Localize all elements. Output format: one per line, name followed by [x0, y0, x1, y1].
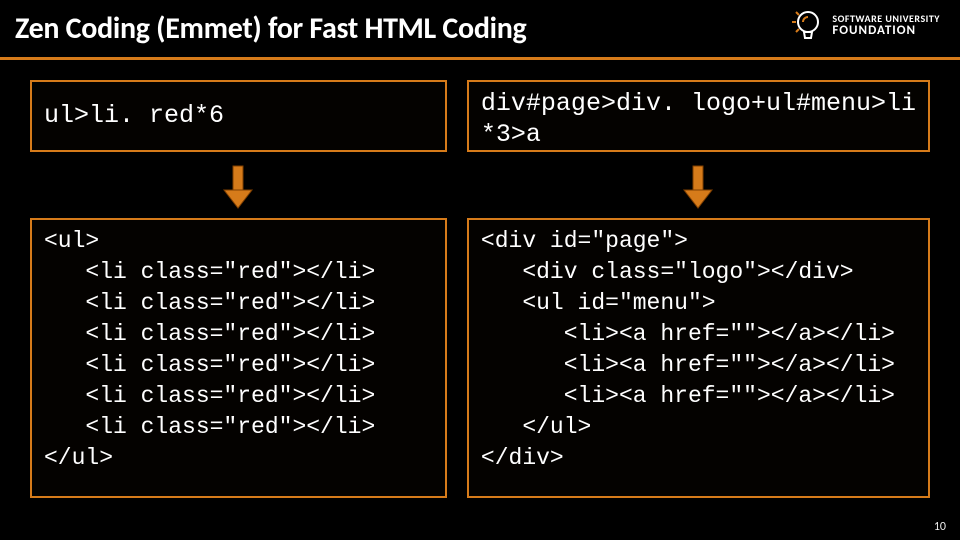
lightbulb-icon	[786, 6, 826, 46]
example-right: div#page>div. logo+ul#menu>li *3>a <div …	[467, 80, 930, 498]
emmet-output-right: <div id="page"> <div class="logo"></div>…	[467, 218, 930, 498]
emmet-input-left: ul>li. red*6	[30, 80, 447, 152]
emmet-output-left: <ul> <li class="red"></li> <li class="re…	[30, 218, 447, 498]
brand-text: SOFTWARE UNIVERSITY FOUNDATION	[832, 14, 940, 38]
emmet-input-right: div#page>div. logo+ul#menu>li *3>a	[467, 80, 930, 152]
page-number: 10	[934, 520, 946, 534]
arrow-down-icon	[467, 160, 930, 214]
brand-logo: SOFTWARE UNIVERSITY FOUNDATION	[786, 6, 940, 46]
slide-title: Zen Coding (Emmet) for Fast HTML Coding	[15, 10, 526, 47]
arrow-down-icon	[30, 160, 447, 214]
example-left: ul>li. red*6 <ul> <li class="red"></li> …	[30, 80, 447, 498]
brand-line2: FOUNDATION	[832, 24, 940, 38]
